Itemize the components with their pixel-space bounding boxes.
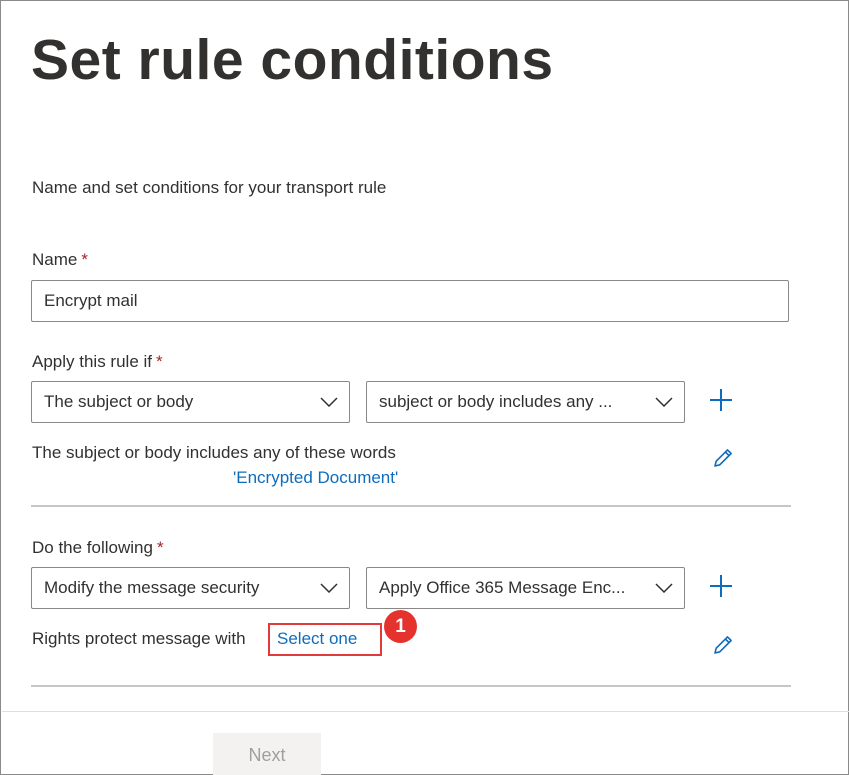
required-marker: *: [156, 352, 163, 371]
add-condition-button[interactable]: [701, 382, 741, 422]
action-type-dropdown[interactable]: Modify the message security: [31, 567, 350, 609]
plus-icon: [709, 574, 733, 603]
next-button[interactable]: Next: [213, 733, 321, 775]
select-one-link[interactable]: Select one: [277, 629, 357, 649]
edit-action-button[interactable]: [707, 631, 739, 663]
action-detail-dropdown[interactable]: Apply Office 365 Message Enc...: [366, 567, 685, 609]
page-subtitle: Name and set conditions for your transpo…: [32, 178, 387, 197]
condition-detail-value: subject or body includes any ...: [379, 392, 613, 411]
action-detail-value: Apply Office 365 Message Enc...: [379, 578, 626, 597]
footer-separator: [2, 711, 849, 712]
action-label: Do the following *: [32, 538, 164, 558]
pencil-icon: [712, 634, 734, 661]
chevron-down-icon: [309, 568, 349, 608]
condition-detail-dropdown[interactable]: subject or body includes any ...: [366, 381, 685, 423]
plus-icon: [709, 388, 733, 417]
edit-condition-button[interactable]: [707, 444, 739, 476]
section-divider: [31, 505, 791, 507]
chevron-down-icon: [644, 568, 684, 608]
condition-description: The subject or body includes any of thes…: [32, 443, 396, 462]
required-marker: *: [81, 250, 88, 269]
required-marker: *: [156, 538, 164, 557]
action-type-value: Modify the message security: [44, 578, 260, 597]
action-label-text: Do the following: [32, 538, 153, 557]
name-label: Name *: [32, 250, 88, 270]
chevron-down-icon: [309, 382, 349, 422]
apply-rule-label-text: Apply this rule if: [32, 352, 152, 371]
step-callout-badge: 1: [384, 610, 417, 643]
action-description: Rights protect message with: [32, 629, 246, 648]
condition-value-link[interactable]: 'Encrypted Document': [233, 468, 398, 488]
name-label-text: Name: [32, 250, 78, 269]
wizard-panel: Set rule conditions Name and set conditi…: [0, 0, 849, 775]
page-title: Set rule conditions: [31, 28, 554, 92]
add-action-button[interactable]: [701, 568, 741, 608]
chevron-down-icon: [644, 382, 684, 422]
condition-type-value: The subject or body: [44, 392, 194, 411]
apply-rule-label: Apply this rule if *: [32, 352, 163, 372]
rule-name-input[interactable]: [31, 280, 789, 322]
section-divider: [31, 685, 791, 687]
condition-type-dropdown[interactable]: The subject or body: [31, 381, 350, 423]
pencil-icon: [712, 447, 734, 474]
